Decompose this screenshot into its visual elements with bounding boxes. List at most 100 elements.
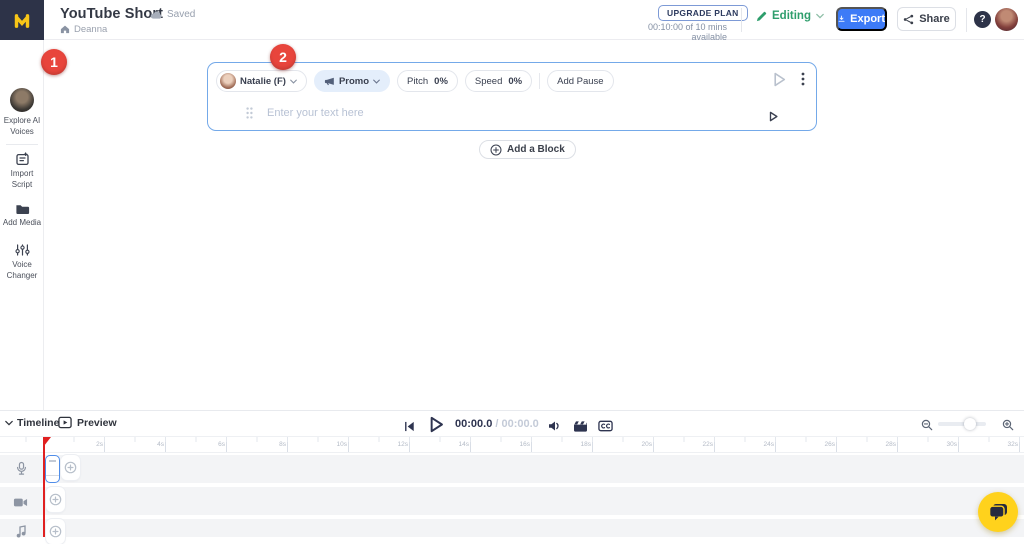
minutes-available: 00:10:00 of 10 mins available: [617, 22, 727, 42]
zoom-out-button[interactable]: [921, 418, 933, 436]
sidebar-label: Import: [0, 169, 44, 180]
ruler-tick-label: 28s: [872, 441, 896, 448]
voice-select[interactable]: Natalie (F): [216, 70, 307, 92]
voice-style-label: Promo: [339, 76, 369, 87]
music-note-icon: [16, 525, 27, 543]
top-bar: YouTube Short Saved Deanna UPGRADE PLAN …: [0, 0, 1024, 40]
ruler-tick-label: 26s: [811, 441, 835, 448]
export-button[interactable]: Export: [836, 7, 887, 31]
pitch-control[interactable]: Pitch 0%: [397, 70, 458, 92]
timeline-zoom-slider[interactable]: [938, 422, 986, 426]
share-button[interactable]: Share: [897, 7, 956, 31]
download-icon: [838, 14, 845, 24]
chevron-down-icon: [373, 79, 380, 84]
preview-toggle[interactable]: Preview: [58, 416, 117, 429]
speed-control[interactable]: Speed 0%: [465, 70, 532, 92]
breadcrumb[interactable]: Deanna: [60, 24, 107, 35]
sidebar-item-voice-changer[interactable]: Voice Changer: [0, 243, 44, 281]
upgrade-plan-button[interactable]: UPGRADE PLAN: [658, 5, 748, 21]
voice-avatar-icon: [10, 88, 34, 112]
ruler-tick-label: 12s: [384, 441, 408, 448]
add-video-clip-button[interactable]: [46, 487, 65, 512]
topbar-divider-2: [966, 8, 967, 32]
sidebar-label: Explore AI: [0, 116, 44, 127]
chat-support-button[interactable]: [978, 492, 1018, 532]
breadcrumb-user: Deanna: [74, 24, 107, 35]
clip-divider: [46, 475, 59, 476]
transport-bar: Timeline Preview 00:00.0 / 00:00.0: [0, 410, 1024, 437]
timeline-ruler[interactable]: 2s 4s 6s 8s 10s 12s 14s 16s 18s 20s 22s …: [0, 437, 1024, 453]
chat-bubbles-icon: [987, 502, 1009, 522]
help-button[interactable]: ?: [974, 11, 991, 28]
add-voice-clip-button[interactable]: [61, 455, 80, 480]
zoom-slider-thumb[interactable]: [964, 418, 976, 430]
add-block-button[interactable]: Add a Block: [479, 140, 576, 159]
app-window: YouTube Short Saved Deanna UPGRADE PLAN …: [0, 0, 1024, 537]
sidebar-item-import-script[interactable]: Import Script: [0, 152, 44, 190]
ruler-tick-label: 4s: [140, 441, 164, 448]
megaphone-icon: [324, 77, 335, 86]
sidebar-label: Changer: [0, 271, 44, 282]
video-icon: [13, 495, 28, 513]
share-label: Share: [919, 13, 950, 25]
add-music-clip-button[interactable]: [46, 519, 65, 544]
project-title[interactable]: YouTube Short: [60, 6, 163, 22]
sidebar-item-add-media[interactable]: Add Media: [0, 203, 44, 229]
murf-logo[interactable]: [0, 0, 44, 40]
voice-block-header: Natalie (F) Promo Pitch 0% Speed 0% Add …: [216, 70, 614, 92]
drag-handle-icon: [246, 107, 253, 119]
saved-label: Saved: [167, 9, 195, 20]
ruler-tick-label: 14s: [445, 441, 469, 448]
voice-name: Natalie (F): [240, 76, 286, 87]
left-sidebar: Explore AI Voices Import Script Add Medi…: [0, 40, 44, 410]
text-entry-row[interactable]: Enter your text here: [246, 107, 364, 119]
share-icon: [903, 14, 914, 25]
voice-changer-icon: [15, 243, 30, 257]
playhead-marker[interactable]: [44, 437, 51, 446]
line-play-button[interactable]: [769, 109, 778, 127]
pencil-icon: [756, 11, 767, 22]
preview-label: Preview: [77, 417, 117, 429]
mode-dropdown[interactable]: Editing: [756, 10, 824, 22]
import-script-icon: [15, 152, 30, 166]
ruler-tick-label: 16s: [506, 441, 530, 448]
block-play-button[interactable]: [773, 72, 786, 92]
ruler-tick-label: 32s: [994, 441, 1018, 448]
mode-label: Editing: [772, 10, 811, 22]
header-divider: [539, 73, 540, 89]
timeline-label: Timeline: [17, 417, 59, 429]
music-track[interactable]: [0, 519, 1024, 537]
volume-button[interactable]: [548, 419, 561, 437]
captions-button[interactable]: [598, 419, 613, 437]
plus-circle-icon: [490, 144, 502, 156]
sidebar-separator: [6, 144, 38, 145]
playhead-line[interactable]: [43, 437, 45, 537]
sidebar-item-explore-voices[interactable]: Explore AI Voices: [0, 88, 44, 137]
ruler-tick-label: 30s: [933, 441, 957, 448]
video-track[interactable]: [0, 487, 1024, 515]
topbar-divider: [741, 8, 742, 32]
timeline-toggle[interactable]: Timeline: [5, 417, 59, 429]
ruler-tick-label: 6s: [201, 441, 225, 448]
speed-label: Speed: [475, 76, 502, 87]
voice-thumbnail: [220, 73, 236, 89]
selected-voice-clip[interactable]: [45, 455, 60, 483]
skip-to-start-button[interactable]: [404, 419, 415, 437]
voice-block[interactable]: Natalie (F) Promo Pitch 0% Speed 0% Add …: [207, 62, 817, 131]
scenes-button[interactable]: [573, 419, 588, 437]
chevron-down-icon: [5, 420, 13, 426]
annotation-step-1: 1: [41, 49, 67, 75]
add-pause-label: Add Pause: [557, 76, 603, 87]
voice-track[interactable]: [0, 455, 1024, 483]
block-menu-button[interactable]: [801, 72, 805, 91]
voice-style-select[interactable]: Promo: [314, 70, 390, 92]
text-input-placeholder[interactable]: Enter your text here: [267, 107, 364, 119]
zoom-in-button[interactable]: [1002, 418, 1014, 436]
add-pause-button[interactable]: Add Pause: [547, 70, 613, 92]
ruler-tick-label: 2s: [79, 441, 103, 448]
ruler-tick-label: 10s: [323, 441, 347, 448]
clip-text-preview: [49, 460, 56, 462]
user-avatar[interactable]: [995, 8, 1018, 31]
pitch-label: Pitch: [407, 76, 428, 87]
play-button[interactable]: [429, 416, 444, 438]
